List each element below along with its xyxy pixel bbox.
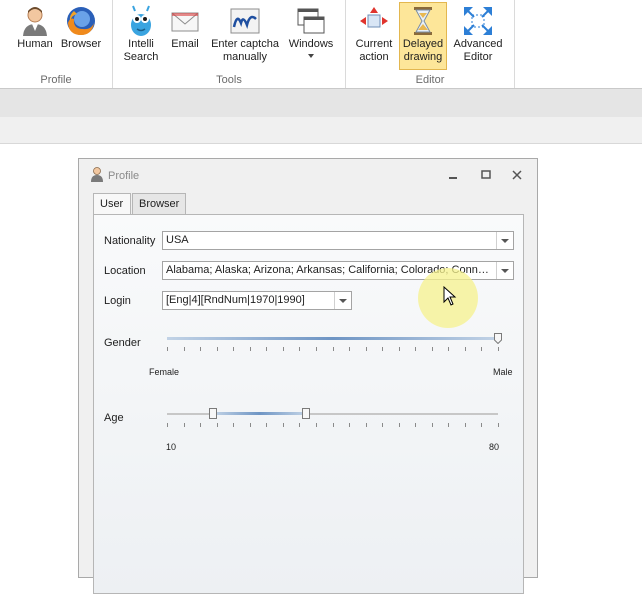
age-thumb-low[interactable] — [209, 408, 218, 419]
intelli-search-button[interactable]: Intelli Search — [119, 2, 163, 70]
profile-icon — [91, 167, 103, 182]
ribbon-group-label: Tools — [216, 74, 242, 86]
gender-max-label: Male — [493, 367, 513, 377]
gender-thumb[interactable] — [494, 333, 502, 344]
window-title: Profile — [108, 170, 140, 182]
ribbon-group-tools: Intelli Search Email Enter captcha manua… — [113, 0, 346, 88]
chevron-down-icon — [308, 54, 314, 58]
email-icon — [171, 12, 199, 32]
ribbon-group-profile: Human Browser Profile — [0, 0, 113, 88]
delayed-drawing-button[interactable]: Delayed drawing — [399, 2, 447, 70]
tab-user[interactable]: User — [93, 193, 131, 215]
chevron-down-icon[interactable] — [496, 262, 513, 279]
human-icon — [23, 7, 47, 36]
age-max-label: 80 — [489, 442, 500, 452]
profile-window: Profile User Browser Nationality USA Loc… — [78, 158, 538, 594]
ribbon-group-label: Editor — [415, 74, 445, 86]
gender-ticks — [167, 347, 499, 351]
age-thumb-high[interactable] — [302, 408, 311, 419]
advanced-editor-button[interactable]: Advanced Editor — [449, 2, 507, 70]
gender-min-label: Female — [149, 367, 180, 377]
minimize-icon[interactable] — [446, 168, 460, 182]
firefox-icon — [67, 7, 95, 35]
windows-icon — [297, 8, 325, 34]
ribbon: Human Browser Profile Intelli Search Ema… — [0, 0, 642, 89]
current-action-icon — [360, 7, 388, 28]
nationality-combo[interactable]: USA — [162, 231, 514, 250]
windows-button[interactable]: Windows — [285, 2, 337, 70]
hourglass-icon — [414, 7, 432, 35]
login-value: [Eng|4][RndNum|1970|1990] — [166, 294, 305, 306]
close-icon[interactable] — [510, 168, 524, 182]
login-combo[interactable]: [Eng|4][RndNum|1970|1990] — [162, 291, 352, 310]
window-titlebar[interactable]: Profile — [79, 159, 537, 191]
human-button[interactable]: Human — [12, 2, 58, 70]
age-min-label: 10 — [166, 442, 177, 452]
captcha-icon — [230, 8, 260, 34]
toolbar-band — [0, 89, 642, 118]
ribbon-group-label: Profile — [40, 74, 72, 86]
age-label: Age — [104, 412, 124, 424]
gender-label: Gender — [104, 337, 141, 349]
age-fill — [213, 412, 306, 415]
intelli-search-icon — [131, 5, 151, 36]
gender-fill — [167, 337, 498, 340]
nationality-label: Nationality — [104, 235, 156, 247]
browser-button[interactable]: Browser — [58, 2, 104, 70]
tab-browser[interactable]: Browser — [132, 193, 186, 214]
age-ticks — [167, 423, 499, 427]
email-button[interactable]: Email — [163, 2, 207, 70]
chevron-down-icon[interactable] — [496, 232, 513, 249]
current-action-button[interactable]: Current action — [350, 2, 398, 70]
expand-arrows-icon — [464, 7, 492, 35]
nationality-value: USA — [166, 234, 189, 246]
mouse-pointer-icon — [443, 286, 457, 306]
ribbon-group-editor: Current action Delayed drawing Advanced … — [346, 0, 515, 88]
chevron-down-icon[interactable] — [334, 292, 351, 309]
location-label: Location — [104, 265, 146, 277]
enter-captcha-button[interactable]: Enter captcha manually — [207, 2, 283, 70]
maximize-icon[interactable] — [479, 168, 493, 182]
tab-strip — [0, 117, 642, 144]
login-label: Login — [104, 295, 131, 307]
